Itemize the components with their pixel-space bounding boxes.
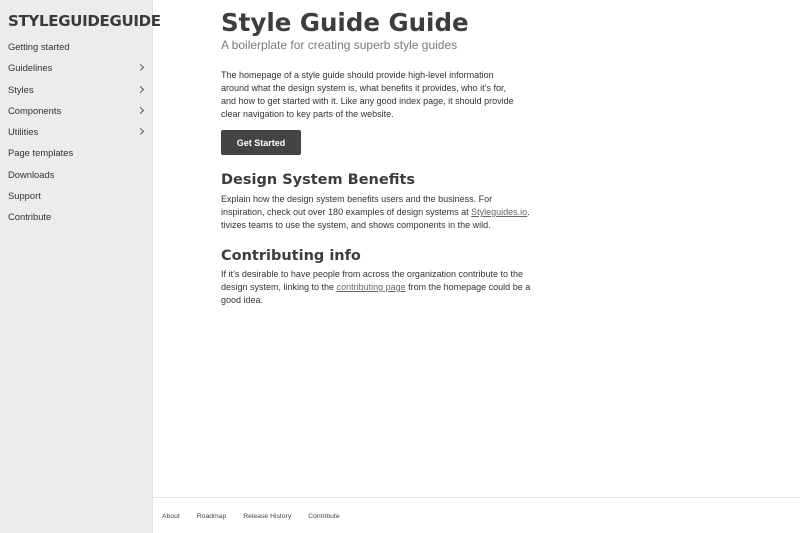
sidebar-nav: Getting started Guidelines Styles Compon… [0, 36, 153, 228]
styleguides-link[interactable]: Styleguides.io [471, 207, 527, 217]
sidebar-item-support[interactable]: Support [0, 185, 153, 206]
sidebar: STYLEGUIDEGUIDE Getting started Guidelin… [0, 0, 161, 533]
benefits-heading: Design System Benefits [221, 172, 416, 188]
footer-link-roadmap[interactable]: Roadmap [197, 513, 226, 520]
sidebar-item-page-templates[interactable]: Page templates [0, 142, 153, 163]
page-title: Style Guide Guide [221, 8, 469, 37]
footer-links: About Roadmap Release History Contribute [162, 513, 340, 520]
sidebar-item-label: Styles [8, 83, 34, 95]
page-subtitle: A boilerplate for creating superb style … [221, 38, 458, 52]
sidebar-item-label: Getting started [8, 41, 70, 52]
chevron-right-icon [136, 64, 145, 72]
sidebar-item-components[interactable]: Components [0, 100, 153, 121]
footer: About Roadmap Release History Contribute [153, 497, 800, 533]
intro-paragraph: The homepage of a style guide should pro… [221, 70, 514, 119]
chevron-right-icon [136, 106, 145, 114]
sidebar-item-styles[interactable]: Styles [0, 79, 153, 100]
sidebar-item-utilities[interactable]: Utilities [0, 121, 153, 142]
chevron-right-icon [136, 128, 145, 136]
sidebar-item-downloads[interactable]: Downloads [0, 164, 153, 185]
footer-link-about[interactable]: About [162, 513, 180, 520]
sidebar-item-label: Downloads [8, 168, 55, 180]
contributing-paragraph: If it’s desirable to have people from ac… [221, 268, 531, 307]
get-started-button[interactable]: Get Started [221, 130, 301, 155]
site-logo[interactable]: STYLEGUIDEGUIDE [8, 12, 161, 30]
footer-link-contribute[interactable]: Contribute [308, 513, 339, 520]
sidebar-item-label: Guidelines [8, 62, 53, 74]
sidebar-item-label: Components [8, 104, 62, 116]
chevron-right-icon [136, 85, 145, 93]
contributing-heading: Contributing info [221, 248, 361, 264]
footer-link-release-history[interactable]: Release History [243, 513, 291, 520]
sidebar-item-label: Contribute [8, 211, 52, 223]
sidebar-item-getting-started[interactable]: Getting started [0, 36, 153, 57]
sidebar-item-label: Utilities [8, 126, 39, 138]
sidebar-item-label: Page templates [8, 147, 74, 159]
sidebar-item-label: Support [8, 190, 41, 202]
contributing-page-link[interactable]: contributing page [337, 282, 406, 292]
sidebar-item-contribute[interactable]: Contribute [0, 206, 153, 227]
sidebar-item-guidelines[interactable]: Guidelines [0, 57, 153, 78]
benefits-paragraph: Explain how the design system benefits u… [221, 193, 531, 232]
benefits-text: Explain how the design system benefits u… [221, 194, 493, 217]
